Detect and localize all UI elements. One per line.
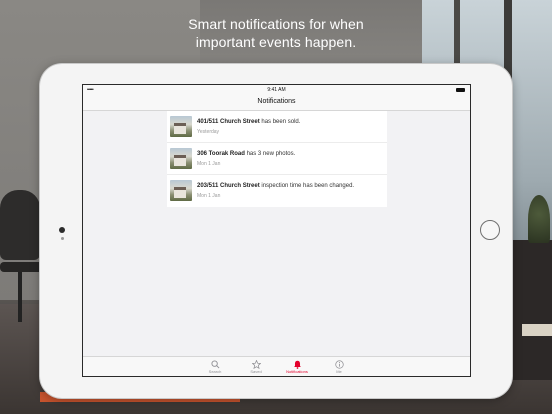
home-button[interactable] [480, 220, 500, 240]
headline-line-2: important events happen. [195, 34, 357, 50]
tab-bar: Search Saved Notifications Me [83, 356, 470, 376]
app-screen: ••••• 9:41 AM Notifications 401/511 Chur… [82, 84, 471, 377]
camera-icon [59, 227, 65, 233]
tab-label: Notifications [286, 369, 308, 374]
property-address: 306 Toorak Road [197, 151, 245, 157]
notification-item[interactable]: 203/511 Church Street inspection time ha… [167, 175, 387, 207]
tab-label: Search [208, 369, 222, 374]
notification-text: inspection time has been changed. [259, 183, 355, 189]
headline-line-1: Smart notifications for when [188, 16, 364, 32]
page-title: Notifications [257, 98, 296, 105]
notification-time: Mon 1 Jan [197, 193, 221, 199]
notification-time: Mon 1 Jan [197, 161, 221, 167]
sensor-dot [61, 237, 64, 240]
notification-message: 401/511 Church Street has been sold. [197, 119, 300, 125]
plant [528, 195, 550, 243]
nav-bar: Notifications [83, 94, 470, 111]
tab-label: Saved [250, 369, 262, 374]
bell-icon [277, 359, 317, 369]
notification-item[interactable]: 306 Toorak Road has 3 new photos. Mon 1 … [167, 143, 387, 175]
tab-me[interactable]: Me [319, 359, 359, 375]
status-bar: ••••• 9:41 AM [83, 85, 470, 94]
property-thumbnail [170, 116, 192, 137]
notification-message: 203/511 Church Street inspection time ha… [197, 183, 354, 189]
info-icon [319, 359, 359, 369]
tab-search[interactable]: Search [195, 359, 235, 375]
property-thumbnail [170, 148, 192, 169]
tab-label: Me [336, 369, 342, 374]
tab-notifications[interactable]: Notifications [277, 359, 317, 375]
property-address: 203/511 Church Street [197, 183, 260, 189]
tab-saved[interactable]: Saved [236, 359, 276, 375]
property-address: 401/511 Church Street [197, 119, 260, 125]
notification-list: 401/511 Church Street has been sold. Yes… [167, 111, 387, 207]
notification-item[interactable]: 401/511 Church Street has been sold. Yes… [167, 111, 387, 143]
battery-icon [456, 87, 465, 92]
search-icon [195, 359, 235, 369]
notification-time: Yesterday [197, 129, 220, 135]
notification-message: 306 Toorak Road has 3 new photos. [197, 151, 295, 157]
notification-text: has 3 new photos. [244, 151, 296, 157]
status-time: 9:41 AM [267, 86, 286, 93]
office-chair [0, 190, 40, 260]
notification-text: has been sold. [259, 119, 301, 125]
property-thumbnail [170, 180, 192, 201]
star-icon [236, 359, 276, 369]
marketing-headline: Smart notifications for when important e… [0, 15, 552, 51]
